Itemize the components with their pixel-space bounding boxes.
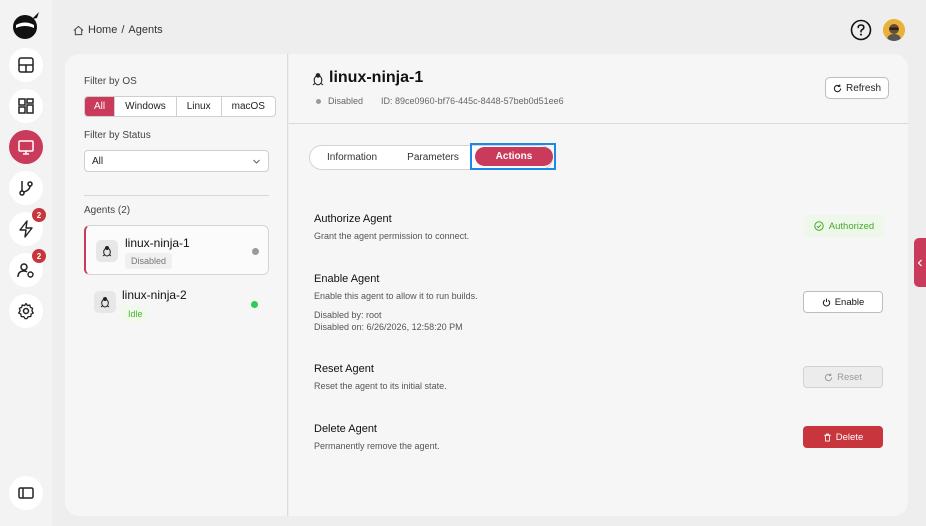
tab-information[interactable]: Information xyxy=(310,146,394,169)
agent-status-dot xyxy=(252,248,259,255)
agents-nav-button[interactable] xyxy=(9,130,43,164)
notification-badge: 2 xyxy=(32,208,46,222)
agents-count-heading: Agents (2) xyxy=(84,205,131,216)
pipelines-nav-button[interactable]: 2 xyxy=(9,208,46,246)
reset-button[interactable]: Reset xyxy=(803,366,883,388)
agent-os-badge xyxy=(96,240,118,262)
linux-tux-icon xyxy=(100,297,110,308)
grid-icon xyxy=(18,98,34,114)
os-filter-windows[interactable]: Windows xyxy=(115,97,177,116)
os-filter-macos[interactable]: macOS xyxy=(222,97,275,116)
page-title: linux-ninja-1 xyxy=(329,69,424,86)
user-settings-icon xyxy=(17,263,34,278)
reset-agent-title: Reset Agent xyxy=(314,363,374,375)
status-label: Disabled xyxy=(328,96,364,106)
enable-button[interactable]: Enable xyxy=(803,291,883,313)
refresh-icon xyxy=(833,83,842,92)
branches-nav-button[interactable] xyxy=(9,171,43,205)
monitor-icon xyxy=(18,140,34,155)
enable-agent-desc: Enable this agent to allow it to run bui… xyxy=(314,291,478,301)
os-filter-group: All Windows Linux macOS xyxy=(84,96,276,117)
divider xyxy=(84,195,269,196)
chevron-left-icon xyxy=(917,259,922,266)
agent-name: linux-ninja-1 xyxy=(125,236,190,250)
tab-actions[interactable]: Actions xyxy=(475,147,553,166)
refresh-label: Refresh xyxy=(845,82,881,94)
agent-name: linux-ninja-2 xyxy=(122,288,187,302)
agent-status-badge: Disabled xyxy=(125,253,173,269)
enable-agent-title: Enable Agent xyxy=(314,273,380,285)
disabled-on-text: Disabled on: 6/26/2026, 12:58:20 PM xyxy=(314,322,463,332)
agents-filter-panel: Filter by OS All Windows Linux macOS Fil… xyxy=(65,54,288,516)
detail-tabs: Information Parameters Actions xyxy=(309,143,556,170)
gear-icon xyxy=(18,302,34,320)
authorized-status-badge: Authorized xyxy=(804,215,884,237)
agent-os-badge xyxy=(94,291,116,313)
user-avatar-icon xyxy=(883,19,905,41)
dashboard-icon xyxy=(18,57,34,73)
authorize-agent-title: Authorize Agent xyxy=(314,213,392,225)
authorized-label: Authorized xyxy=(828,220,875,232)
projects-nav-button[interactable] xyxy=(9,89,43,123)
agent-id: ID: 89ce0960-bf76-445c-8448-57beb0d51ee6 xyxy=(381,96,564,106)
delete-agent-title: Delete Agent xyxy=(314,423,377,435)
os-filter-linux[interactable]: Linux xyxy=(177,97,222,116)
agent-list-item[interactable]: linux-ninja-2 Idle xyxy=(84,279,269,329)
delete-agent-desc: Permanently remove the agent. xyxy=(314,441,440,451)
delete-label: Delete xyxy=(835,431,864,443)
settings-nav-button[interactable] xyxy=(9,294,43,328)
git-branch-icon xyxy=(19,181,33,196)
linux-tux-icon xyxy=(312,73,324,86)
refresh-button[interactable]: Refresh xyxy=(825,77,889,99)
os-filter-all[interactable]: All xyxy=(85,97,116,116)
home-icon xyxy=(73,25,84,35)
breadcrumb-current: Agents xyxy=(128,24,163,36)
linux-tux-icon xyxy=(102,246,112,257)
side-panel-toggle[interactable] xyxy=(914,238,926,287)
enable-label: Enable xyxy=(834,296,865,308)
help-icon[interactable] xyxy=(850,19,872,41)
collapse-sidebar-button[interactable] xyxy=(9,476,43,510)
disabled-by-text: Disabled by: root xyxy=(314,310,382,320)
lightning-icon xyxy=(19,220,33,238)
agent-list-item[interactable]: linux-ninja-1 Disabled xyxy=(84,225,269,275)
nav-rail: 2 2 xyxy=(0,0,52,526)
authorize-agent-desc: Grant the agent permission to connect. xyxy=(314,231,470,241)
reset-label: Reset xyxy=(837,371,862,383)
os-filter-label: Filter by OS xyxy=(84,76,137,87)
chevron-down-icon xyxy=(253,159,260,164)
users-nav-button[interactable]: 2 xyxy=(9,249,46,287)
breadcrumb-separator: / xyxy=(121,24,125,36)
agent-detail-panel: linux-ninja-1 Disabled ID: 89ce0960-bf76… xyxy=(289,54,908,516)
tab-actions-label: Actions xyxy=(495,151,533,162)
reset-agent-desc: Reset the agent to its initial state. xyxy=(314,381,447,391)
status-filter-select[interactable]: All xyxy=(84,150,269,172)
avatar[interactable] xyxy=(883,19,905,41)
delete-button[interactable]: Delete xyxy=(803,426,883,448)
refresh-icon xyxy=(824,372,833,381)
notification-badge: 2 xyxy=(32,249,46,263)
check-circle-icon xyxy=(814,221,824,231)
dashboard-nav-button[interactable] xyxy=(9,48,43,82)
sidebar-toggle-icon xyxy=(18,487,34,499)
agent-meta: Disabled ID: 89ce0960-bf76-445c-8448-57b… xyxy=(316,96,564,106)
tab-actions-focus-ring: Actions xyxy=(470,143,556,170)
power-icon xyxy=(822,298,830,306)
breadcrumb: Home / Agents xyxy=(73,24,163,36)
status-filter-value: All xyxy=(92,155,104,167)
trash-icon xyxy=(824,433,831,442)
breadcrumb-home-link[interactable]: Home xyxy=(88,24,117,36)
header-divider xyxy=(289,123,908,124)
status-filter-label: Filter by Status xyxy=(84,130,151,141)
agent-status-text: Disabled xyxy=(316,96,363,106)
ninja-logo-icon[interactable] xyxy=(10,9,42,41)
tab-parameters[interactable]: Parameters xyxy=(394,146,472,169)
status-dot xyxy=(316,99,321,104)
agent-status-badge: Idle xyxy=(122,306,149,322)
agent-status-dot xyxy=(251,301,258,308)
